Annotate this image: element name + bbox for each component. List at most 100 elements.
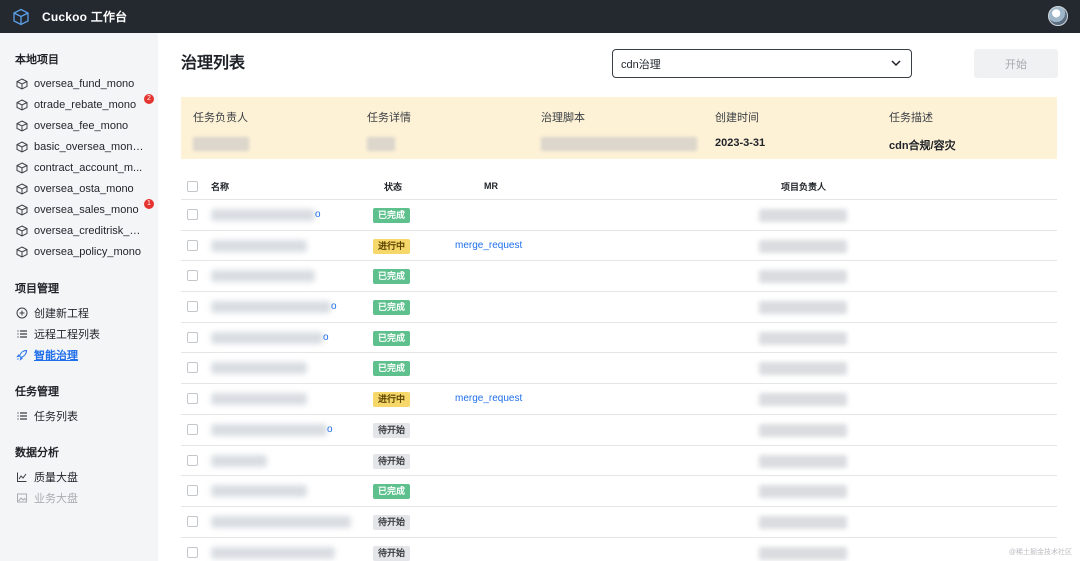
- table-row[interactable]: o 待开始: [181, 415, 1057, 446]
- sidebar-project-7[interactable]: oversea_creditrisk_m...: [0, 220, 158, 241]
- row-checkbox[interactable]: [187, 209, 198, 220]
- status-badge: 已完成: [373, 208, 411, 223]
- row-checkbox[interactable]: [187, 546, 198, 558]
- table-row[interactable]: o 已完成: [181, 323, 1057, 354]
- governance-type-select[interactable]: cdn治理: [612, 49, 912, 78]
- start-button[interactable]: 开始: [974, 49, 1058, 78]
- sidebar-project_mgmt-1[interactable]: 远程工程列表: [0, 323, 158, 344]
- row-name-redacted: [211, 331, 323, 344]
- created-label: 创建时间: [715, 112, 759, 124]
- table-row[interactable]: 已完成: [181, 261, 1057, 293]
- table-row[interactable]: 待开始: [181, 446, 1057, 477]
- row-owner-redacted: [759, 515, 847, 529]
- chevron-down-icon: [890, 57, 902, 72]
- row-name-tail[interactable]: o: [323, 332, 329, 343]
- row-checkbox[interactable]: [187, 515, 198, 527]
- merge-request-link[interactable]: merge_request: [455, 393, 522, 404]
- row-name-redacted: [211, 209, 315, 221]
- row-owner-redacted: [759, 546, 847, 560]
- sidebar-project-3[interactable]: basic_oversea_mono...: [0, 136, 158, 157]
- table-row[interactable]: 已完成: [181, 476, 1057, 507]
- row-name-redacted: [211, 546, 335, 559]
- sidebar-data_analysis-1[interactable]: 业务大盘: [0, 487, 158, 508]
- table-row[interactable]: 已完成: [181, 353, 1057, 385]
- top-bar: Cuckoo 工作台: [0, 0, 1080, 33]
- row-owner-redacted: [759, 301, 847, 315]
- row-owner-redacted: [759, 331, 847, 345]
- line-chart-icon: [15, 470, 28, 483]
- row-checkbox[interactable]: [187, 362, 198, 374]
- table-row[interactable]: o 已完成: [181, 200, 1057, 231]
- sidebar-item-label: oversea_sales_mono: [34, 203, 139, 216]
- cube-icon: [15, 182, 28, 195]
- rocket-icon: [15, 348, 28, 361]
- cube-icon: [15, 224, 28, 237]
- row-checkbox[interactable]: [187, 270, 198, 282]
- cube-icon: [15, 77, 28, 90]
- page-title: 治理列表: [181, 55, 246, 72]
- table-row[interactable]: o 已完成: [181, 292, 1057, 323]
- row-checkbox[interactable]: [187, 485, 198, 497]
- select-all-checkbox[interactable]: [187, 181, 198, 192]
- cube-logo-icon: [12, 8, 30, 26]
- status-badge: 已完成: [373, 484, 411, 500]
- sidebar-item-label: 创建新工程: [34, 307, 89, 320]
- status-badge: 已完成: [373, 300, 411, 316]
- detail-label: 任务详情: [367, 112, 411, 124]
- col-status: 状态: [384, 181, 403, 192]
- row-owner-redacted: [759, 423, 847, 437]
- sidebar-project-1[interactable]: otrade_rebate_mono 2: [0, 94, 158, 115]
- row-checkbox[interactable]: [187, 331, 198, 343]
- watermark: @稀土掘金技术社区: [1008, 549, 1072, 556]
- row-checkbox[interactable]: [187, 301, 198, 313]
- row-checkbox[interactable]: [187, 454, 198, 466]
- status-badge: 已完成: [373, 269, 411, 285]
- list-icon: [15, 409, 28, 422]
- row-owner-redacted: [759, 454, 847, 468]
- table-row[interactable]: 待开始: [181, 538, 1057, 561]
- sidebar-project-2[interactable]: oversea_fee_mono: [0, 115, 158, 136]
- row-name-tail[interactable]: o: [327, 424, 333, 435]
- section-local-projects: 本地项目: [15, 54, 59, 66]
- row-name-tail[interactable]: o: [331, 301, 337, 312]
- section-project-mgmt: 项目管理: [15, 283, 59, 295]
- created-value: 2023-3-31: [715, 137, 766, 149]
- cube-icon: [15, 119, 28, 132]
- sidebar-project-6[interactable]: oversea_sales_mono 1: [0, 199, 158, 220]
- sidebar-item-label: basic_oversea_mono...: [34, 140, 144, 153]
- row-name-redacted: [211, 515, 351, 528]
- sidebar-item-label: oversea_policy_mono: [34, 245, 142, 258]
- sidebar-project_mgmt-2[interactable]: 智能治理: [0, 344, 158, 365]
- row-owner-redacted: [759, 270, 847, 284]
- sidebar-project-8[interactable]: oversea_policy_mono: [0, 241, 158, 262]
- col-name: 名称: [211, 181, 230, 192]
- app-title: Cuckoo 工作台: [42, 10, 128, 24]
- row-name-tail[interactable]: o: [315, 209, 321, 220]
- image-icon: [15, 491, 28, 504]
- section-data-analysis: 数据分析: [15, 447, 59, 459]
- row-owner-redacted: [759, 393, 847, 407]
- sidebar-data_analysis-0[interactable]: 质量大盘: [0, 466, 158, 487]
- row-name-redacted: [211, 362, 307, 375]
- sidebar-item-label: 任务列表: [34, 410, 78, 423]
- sidebar-project_mgmt-0[interactable]: 创建新工程: [0, 302, 158, 323]
- user-avatar[interactable]: [1048, 6, 1068, 26]
- merge-request-link[interactable]: merge_request: [455, 240, 522, 251]
- table-row[interactable]: 进行中 merge_request: [181, 231, 1057, 262]
- sidebar-project-0[interactable]: oversea_fund_mono: [0, 73, 158, 94]
- table-row[interactable]: 进行中 merge_request: [181, 384, 1057, 415]
- cube-icon: [15, 98, 28, 111]
- list-icon: [15, 327, 28, 340]
- row-checkbox[interactable]: [187, 393, 198, 405]
- sidebar-project-5[interactable]: oversea_osta_mono: [0, 178, 158, 199]
- row-checkbox[interactable]: [187, 423, 198, 435]
- status-badge: 待开始: [373, 422, 411, 438]
- sidebar-task_mgmt-0[interactable]: 任务列表: [0, 405, 158, 426]
- sidebar-item-label: oversea_osta_mono: [34, 182, 134, 195]
- plus-circle-icon: [15, 306, 28, 319]
- desc-value: cdn合规/容灾: [889, 140, 956, 152]
- desc-label: 任务描述: [889, 112, 933, 124]
- row-checkbox[interactable]: [187, 239, 198, 251]
- sidebar-project-4[interactable]: contract_account_m...: [0, 157, 158, 178]
- table-row[interactable]: 待开始: [181, 507, 1057, 538]
